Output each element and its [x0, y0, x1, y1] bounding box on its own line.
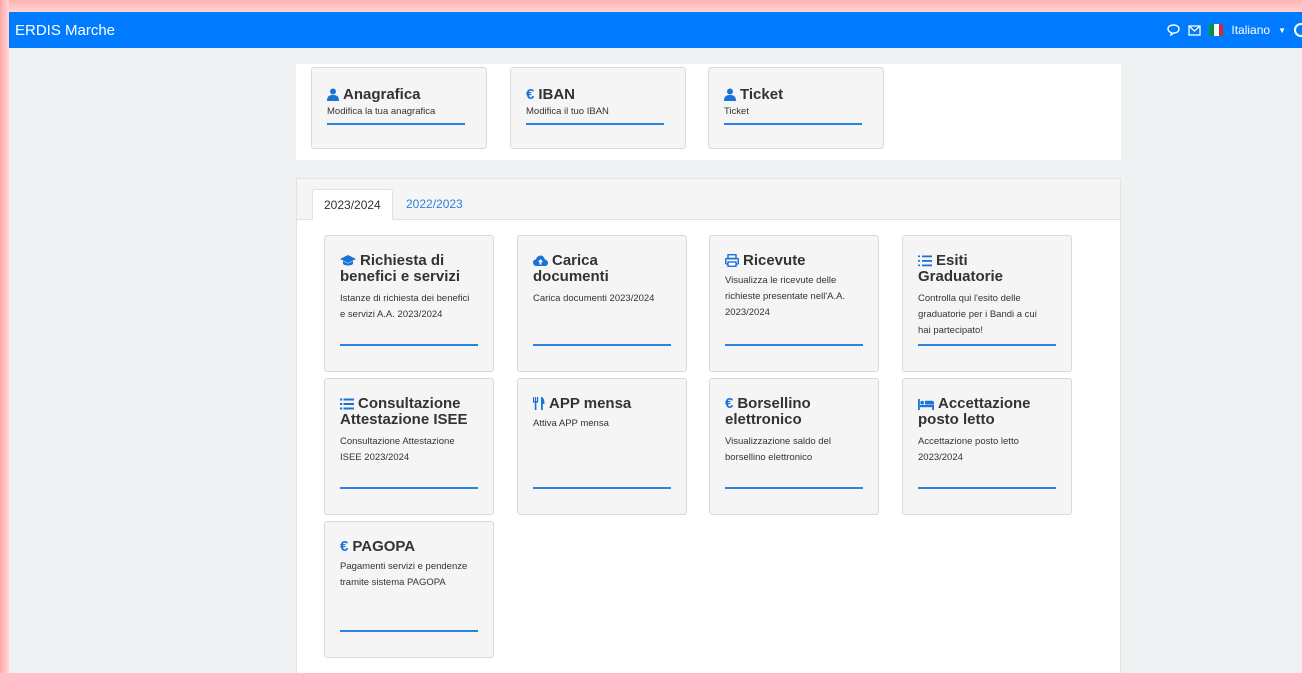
- tab-bar: 2023/2024 2022/2023: [297, 179, 1120, 220]
- card-description: Modifica il tuo IBAN: [526, 106, 609, 117]
- card-title-line2: benefici e servizi: [340, 268, 461, 285]
- card-description: Ticket: [724, 106, 749, 117]
- printer-icon: [724, 253, 740, 269]
- academic-year-panel: 2023/2024 2022/2023 Richiesta di benefic…: [296, 178, 1121, 673]
- card-desc-line2: graduatorie per i Bandi a cui: [918, 309, 1037, 320]
- envelope-icon[interactable]: [1188, 24, 1202, 36]
- card-ticket[interactable]: Ticket Ticket: [708, 67, 884, 149]
- card-borsellino-elettronico[interactable]: € Borsellino elettronico Visualizzazione …: [709, 378, 879, 515]
- card-desc-line2: richieste presentate nell'A.A.: [725, 291, 846, 302]
- card-iban[interactable]: € IBAN Modifica il tuo IBAN: [510, 67, 686, 149]
- tab-2023-2024[interactable]: 2023/2024: [312, 189, 393, 220]
- user-icon: [327, 87, 339, 103]
- card-underline: [533, 344, 671, 346]
- card-title-line2: posto letto: [918, 411, 995, 428]
- card-title-line1: Consultazione: [358, 395, 461, 412]
- card-desc-line1: Controlla qui l'esito delle: [918, 293, 1021, 304]
- italian-flag-icon: [1209, 24, 1224, 36]
- card-accettazione-posto-letto[interactable]: Accettazione posto letto Accettazione po…: [902, 378, 1072, 515]
- card-desc-line1: Consultazione Attestazione: [340, 436, 455, 447]
- card-richiesta-benefici[interactable]: Richiesta di benefici e servizi Istanze …: [324, 235, 494, 372]
- card-desc-line2: e servizi A.A. 2023/2024: [340, 309, 443, 320]
- euro-icon: €: [526, 86, 535, 103]
- card-title-line1: Carica: [552, 252, 598, 269]
- card-description: Modifica la tua anagrafica: [327, 106, 436, 117]
- card-desc-line1: Istanze di richiesta dei benefici: [340, 293, 470, 304]
- list-icon: [340, 396, 354, 412]
- card-underline: [725, 487, 863, 489]
- card-underline: [526, 123, 664, 125]
- card-pagopa[interactable]: € PAGOPA Pagamenti servizi e pendenze tra…: [324, 521, 494, 658]
- card-underline: [918, 344, 1056, 346]
- card-underline: [725, 344, 863, 346]
- card-desc-line2: ISEE 2023/2024: [340, 452, 410, 463]
- card-desc-line2: tramite sistema PAGOPA: [340, 577, 446, 588]
- navbar-right: Italiano ▼: [1167, 23, 1302, 37]
- card-underline: [533, 487, 671, 489]
- card-title-line2: Attestazione ISEE: [340, 411, 468, 428]
- card-title-line2: elettronico: [725, 411, 802, 428]
- user-icon: [724, 87, 736, 103]
- card-title-text: Anagrafica: [343, 86, 421, 103]
- card-underline: [327, 123, 465, 125]
- chevron-down-icon[interactable]: ▼: [1278, 26, 1286, 35]
- card-anagrafica[interactable]: Anagrafica Modifica la tua anagrafica: [311, 67, 487, 149]
- card-title-line1: PAGOPA: [352, 538, 416, 555]
- window-frame-left: [0, 0, 9, 673]
- euro-icon: €: [725, 395, 734, 412]
- user-circle-icon[interactable]: [1294, 23, 1302, 37]
- card-desc-line1: Pagamenti servizi e pendenze: [340, 561, 468, 572]
- card-desc-line1: Accettazione posto letto: [918, 436, 1019, 447]
- card-carica-documenti[interactable]: Carica documenti Carica documenti 2023/2…: [517, 235, 687, 372]
- card-title-text: IBAN: [538, 86, 576, 103]
- graduation-cap-icon: [340, 253, 356, 269]
- card-desc-line1: Visualizzazione saldo del: [725, 436, 831, 447]
- profile-panel: Anagrafica Modifica la tua anagrafica € I…: [296, 64, 1121, 160]
- card-title-text: Ticket: [740, 86, 784, 103]
- card-esiti-graduatorie[interactable]: Esiti Graduatorie Controlla qui l'esito …: [902, 235, 1072, 372]
- card-underline: [340, 630, 478, 632]
- brand-link[interactable]: ERDIS Marche: [15, 22, 115, 39]
- list-ol-icon: [918, 253, 932, 269]
- cloud-upload-icon: [533, 253, 548, 269]
- card-underline: [340, 344, 478, 346]
- top-navbar: ERDIS Marche Italiano ▼: [9, 12, 1302, 48]
- card-underline: [340, 487, 478, 489]
- card-underline: [724, 123, 862, 125]
- language-dropdown[interactable]: Italiano: [1231, 23, 1270, 37]
- card-title-line2: Graduatorie: [918, 268, 1004, 285]
- card-desc-line1: Carica documenti 2023/2024: [533, 293, 655, 304]
- utensils-icon: [533, 396, 545, 412]
- card-desc-line1: Attiva APP mensa: [533, 418, 609, 429]
- card-desc-line1: Visualizza le ricevute delle: [725, 275, 837, 286]
- tab-2022-2023[interactable]: 2022/2023: [395, 189, 474, 220]
- card-desc-line3: hai partecipato!: [918, 325, 983, 336]
- card-title-line1: Richiesta di: [360, 252, 445, 269]
- card-ricevute[interactable]: Ricevute Visualizza le ricevute delle ri…: [709, 235, 879, 372]
- card-desc-line3: 2023/2024: [725, 307, 770, 318]
- card-title-line2: documenti: [533, 268, 609, 285]
- euro-icon: €: [340, 538, 349, 555]
- card-desc-line2: borsellino elettronico: [725, 452, 813, 463]
- card-title-line1: Esiti: [936, 252, 968, 269]
- card-consultazione-isee[interactable]: Consultazione Attestazione ISEE Consulta…: [324, 378, 494, 515]
- card-title-line1: APP mensa: [549, 395, 632, 412]
- bed-icon: [918, 396, 934, 412]
- card-underline: [918, 487, 1056, 489]
- chat-icon[interactable]: [1167, 24, 1181, 36]
- card-desc-line2: 2023/2024: [918, 452, 963, 463]
- card-title-line1: Ricevute: [743, 252, 806, 269]
- card-title-line1: Accettazione: [938, 395, 1031, 412]
- card-app-mensa[interactable]: APP mensa Attiva APP mensa: [517, 378, 687, 515]
- card-title-line1: Borsellino: [737, 395, 811, 412]
